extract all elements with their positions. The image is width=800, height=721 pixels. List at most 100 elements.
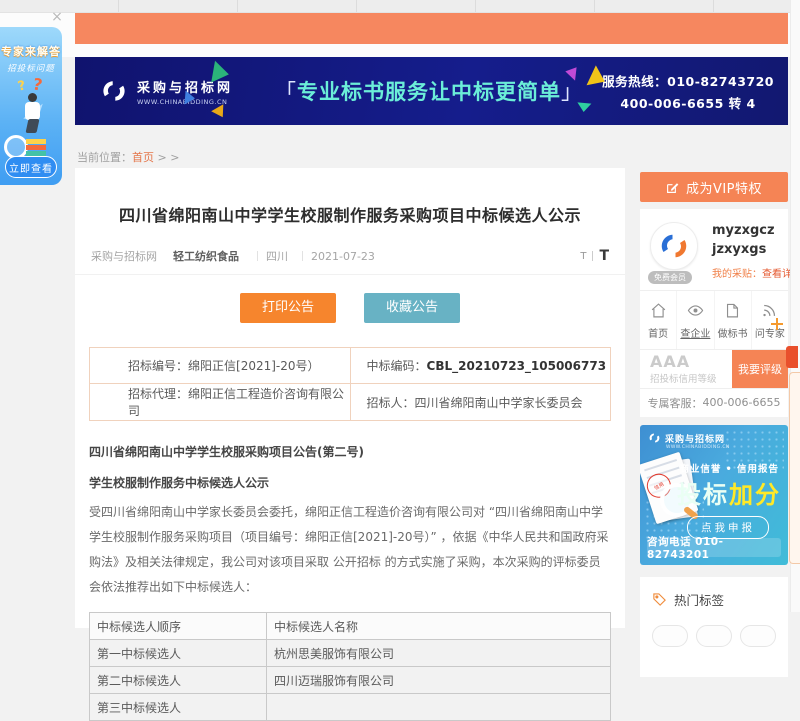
cell-value: CBL_20210723_105006773	[427, 359, 607, 373]
person-illustration	[25, 102, 40, 120]
candidate-name	[267, 694, 611, 721]
ad-headline-part1: 投标	[677, 481, 729, 509]
meta-source: 采购与招标网	[91, 248, 157, 264]
nav-label: 首页	[640, 325, 676, 340]
meta-separator	[257, 251, 258, 261]
sidebar-item-make-bid-doc[interactable]: 做标书	[715, 291, 752, 349]
clipped-float-widget[interactable]	[789, 372, 800, 564]
question-mark-decor: ?	[16, 78, 27, 94]
chinabidding-logo-icon	[99, 78, 129, 104]
doc-heading-1: 四川省绵阳南山中学学生校服采购项目公告(第二号)	[89, 443, 611, 460]
tag-pill[interactable]	[740, 625, 776, 647]
doc-paragraph: 受四川省绵阳南山中学家长委员会委托，绵阳正信工程造价咨询有限公司对 “四川省绵阳…	[89, 500, 611, 600]
slogan-text: 专业标书服务让中标更简单	[297, 80, 561, 104]
chinabidding-logo-icon	[648, 432, 661, 444]
dedicated-service-line: 专属客服：400-006-6655	[640, 388, 788, 417]
tender-info-table: 招标编号：绵阳正信[2021]-20号） 中标编码：CBL_20210723_1…	[89, 347, 611, 421]
question-mark-decor: ?	[31, 74, 43, 94]
credit-rating-block: AAA 招投标信用等级 我要评级	[640, 349, 788, 388]
tender-no-cell: 招标编号：绵阳正信[2021]-20号）	[90, 348, 351, 384]
service-phone: 400-006-6655	[703, 396, 781, 409]
sidebar-item-home[interactable]: 首页	[640, 291, 677, 349]
slogan-bracket-left: 「	[275, 80, 297, 104]
user-info: myzxgczjzxyxgs 我的采贴：查看详情	[712, 222, 778, 280]
breadcrumb-home-link[interactable]: 首页	[132, 151, 154, 164]
candidate-name: 杭州思美服饰有限公司	[267, 640, 611, 667]
tenderee-cell: 招标人：四川省绵阳南山中学家长委员会	[350, 384, 611, 421]
article-meta: 采购与招标网 轻工纺织食品 四川 2021-07-23 T T	[91, 248, 609, 264]
promo-title: 专家来解答	[0, 43, 62, 59]
table-row: 招标编号：绵阳正信[2021]-20号） 中标编码：CBL_20210723_1…	[90, 348, 611, 384]
top-ad-bar[interactable]	[75, 13, 788, 44]
meta-separator	[302, 251, 303, 261]
become-vip-button[interactable]: 成为VIP特权	[640, 172, 788, 202]
sidebar: 成为VIP特权 免费会员 myzxgczjzxyxgs 我的采贴：查看详情 首页	[640, 172, 788, 677]
cell-label: 招标代理：	[128, 387, 188, 401]
article-card: 四川省绵阳南山中学学生校服制作服务采购项目中标候选人公示 采购与招标网 轻工纺织…	[75, 168, 625, 628]
expert-promo-float[interactable]: 专家来解答 招投标问题 ? ? 立即查看	[0, 27, 62, 185]
person-illustration	[26, 119, 40, 133]
membership-badge: 免费会员	[648, 271, 692, 284]
ad-logo-url: WWW.CHINABIDDING.CN	[666, 445, 730, 450]
close-icon[interactable]: ×	[50, 10, 64, 24]
hot-tags-title: 热门标签	[674, 590, 724, 609]
breadcrumb: 当前位置：首页 > >	[77, 149, 179, 165]
home-icon	[650, 302, 667, 319]
table-row: 第一中标候选人 杭州思美服饰有限公司	[90, 640, 611, 667]
doc-heading-2: 学生校服制作服务中标候选人公示	[89, 474, 611, 491]
ad-tagline: 商业信誉 • 信用报告	[679, 461, 779, 475]
ad-headline-part2: 加分	[729, 481, 781, 509]
red-envelope-float[interactable]	[786, 346, 798, 368]
request-rating-button[interactable]: 我要评级	[732, 350, 788, 388]
breadcrumb-label: 当前位置：	[77, 151, 132, 164]
article-actions: 打印公告 收藏公告	[75, 293, 625, 323]
tag-pill-row	[652, 625, 776, 647]
meta-date: 2021-07-23	[311, 250, 375, 263]
browser-edge-strip	[0, 0, 800, 13]
meta-region: 四川	[266, 248, 288, 264]
print-notice-button[interactable]: 打印公告	[240, 293, 336, 323]
cell-label: 中标编码：	[367, 359, 427, 373]
font-smaller-button[interactable]: T	[580, 251, 586, 262]
triangle-decor-gold	[211, 104, 229, 121]
candidates-table: 中标候选人顺序 中标候选人名称 第一中标候选人 杭州思美服饰有限公司 第二中标候…	[89, 612, 611, 721]
books-decor	[26, 139, 46, 144]
credit-grade-desc: 招投标信用等级	[650, 371, 732, 385]
table-row: 招标代理：绵阳正信工程造价咨询有限公司 招标人：四川省绵阳南山中学家长委员会	[90, 384, 611, 421]
username: myzxgczjzxyxgs	[712, 222, 778, 260]
site-banner[interactable]: 采购与招标网 WWW.CHINABIDDING.CN 「专业标书服务让中标更简单…	[75, 57, 788, 125]
win-code-cell: 中标编码：CBL_20210723_105006773	[350, 348, 611, 384]
meta-divider	[75, 274, 625, 275]
banner-slogan: 「专业标书服务让中标更简单」	[275, 76, 583, 106]
font-control-divider	[592, 251, 593, 261]
cell-label: 招标人：	[367, 396, 415, 410]
cell-value: 四川省绵阳南山中学家长委员会	[415, 396, 583, 410]
triangle-decor-blue	[184, 91, 195, 106]
bid-bonus-ad[interactable]: 采购与招标网 WWW.CHINABIDDING.CN 信用 商业信誉 • 信用报…	[640, 425, 788, 565]
candidate-name: 四川迈瑞服饰有限公司	[267, 667, 611, 694]
hotline-secondary: 400-006-6655 转 4	[602, 93, 774, 112]
avatar[interactable]: 免费会员	[650, 222, 706, 280]
view-now-button[interactable]: 立即查看	[5, 156, 57, 178]
ad-logo-name: 采购与招标网	[665, 432, 725, 445]
signal-icon	[761, 302, 778, 319]
table-header-row: 中标候选人顺序 中标候选人名称	[90, 613, 611, 640]
user-card: 免费会员 myzxgczjzxyxgs 我的采贴：查看详情	[640, 209, 788, 290]
tag-pill[interactable]	[696, 625, 732, 647]
tag-pill[interactable]	[652, 625, 688, 647]
tag-icon	[652, 592, 667, 607]
eye-icon	[687, 302, 704, 319]
document-icon	[724, 302, 741, 319]
ad-logo: 采购与招标网	[648, 432, 725, 445]
sidebar-item-company-search[interactable]: 查企业	[677, 291, 714, 349]
table-row: 第二中标候选人 四川迈瑞服饰有限公司	[90, 667, 611, 694]
favorite-notice-button[interactable]: 收藏公告	[364, 293, 460, 323]
nav-label: 查企业	[677, 325, 713, 340]
font-larger-button[interactable]: T	[599, 248, 609, 264]
meta-category: 轻工纺织食品	[173, 248, 239, 264]
person-illustration	[28, 93, 37, 102]
table-row: 第三中标候选人	[90, 694, 611, 721]
edit-square-icon	[666, 181, 679, 194]
sidebar-nav: 首页 查企业 做标书 问专家	[640, 290, 788, 349]
cell-value: 绵阳正信[2021]-20号）	[188, 359, 320, 373]
